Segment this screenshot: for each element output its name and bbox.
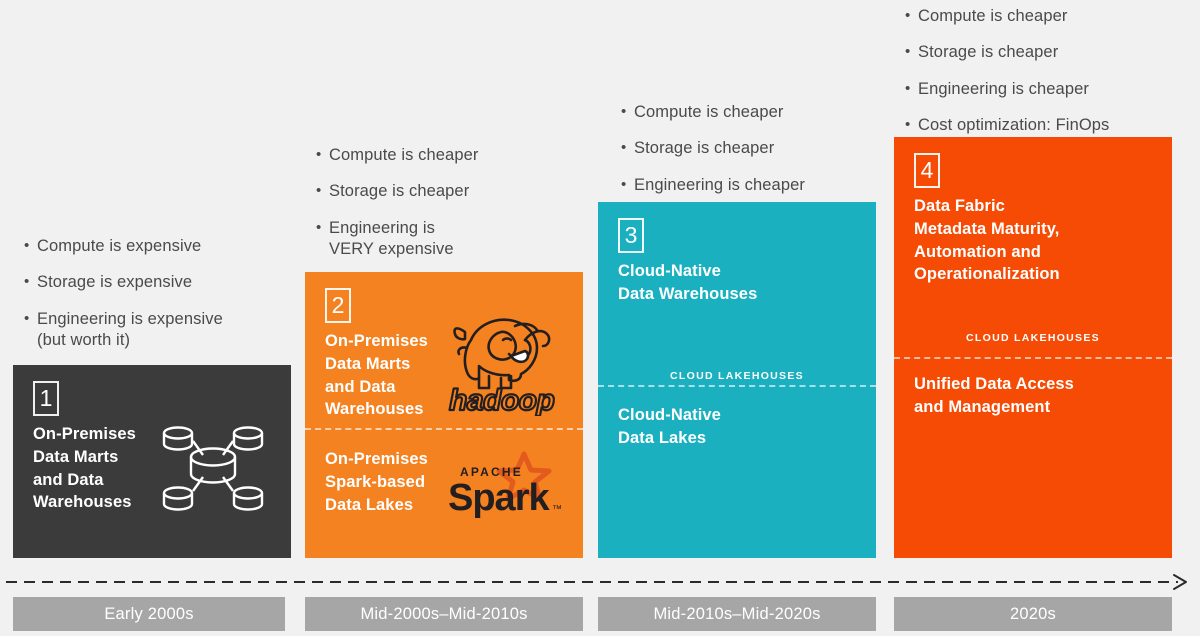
bullet-glyph: • bbox=[24, 273, 30, 291]
panel-divider bbox=[598, 385, 876, 387]
bullet-glyph: • bbox=[316, 146, 322, 163]
era-label-3[interactable]: Mid-2010s–Mid-2020s bbox=[598, 597, 876, 631]
bullet-text: Compute is expensive bbox=[37, 237, 202, 255]
bullet-glyph: • bbox=[24, 309, 30, 327]
bullet-item: • Storage is cheaper bbox=[905, 42, 1195, 63]
stage-panel-3[interactable]: 3 Cloud-Native Data Warehouses CLOUD LAK… bbox=[598, 202, 876, 558]
bullet-item: • Compute is cheaper bbox=[621, 102, 911, 123]
bullet-item: • Storage is cheaper bbox=[316, 181, 606, 202]
bullet-text: Storage is cheaper bbox=[329, 182, 470, 201]
bullet-glyph: • bbox=[905, 116, 911, 134]
bullet-item: • Storage is expensive bbox=[24, 272, 314, 293]
bullet-glyph: • bbox=[621, 103, 627, 120]
bullet-glyph: • bbox=[316, 218, 322, 236]
panel-title: On-Premises Data Marts and Data Warehous… bbox=[33, 425, 136, 512]
bullet-glyph: • bbox=[905, 43, 911, 61]
panel-title: Data Fabric Metadata Maturity, Automatio… bbox=[914, 197, 1060, 284]
bullet-list-column-2: • Compute is cheaper • Storage is cheape… bbox=[316, 145, 606, 276]
bullet-text: Storage is cheaper bbox=[634, 139, 775, 158]
bullet-item: • Engineering is cheaper bbox=[621, 175, 911, 196]
apache-spark-logo-icon: APACHE Spark ™ bbox=[440, 450, 570, 527]
bullet-text: Storage is expensive bbox=[37, 273, 193, 292]
bullet-text: Engineering is cheaper bbox=[634, 175, 805, 194]
panel-sub-title: Unified Data Access and Management bbox=[914, 375, 1074, 416]
bullet-item: • Compute is expensive bbox=[24, 236, 314, 257]
stage-panel-4[interactable]: 4 Data Fabric Metadata Maturity, Automat… bbox=[894, 137, 1172, 558]
svg-text:™: ™ bbox=[552, 504, 562, 515]
panel-divider bbox=[894, 357, 1172, 359]
hadoop-logo-icon: hadoop bbox=[445, 288, 565, 421]
era-label-1[interactable]: Early 2000s bbox=[13, 597, 285, 631]
bullet-item: • Engineering is expensive (but worth it… bbox=[24, 309, 314, 352]
dashed-arrow-right-icon bbox=[0, 572, 1200, 592]
bullet-item: • Engineering is VERY expensive bbox=[316, 218, 606, 261]
bullet-item: • Compute is cheaper bbox=[316, 145, 606, 166]
era-label-4[interactable]: 2020s bbox=[894, 597, 1172, 631]
bullet-text: Engineering is expensive (but worth it) bbox=[37, 309, 314, 352]
bullet-text: Engineering is cheaper bbox=[918, 79, 1089, 98]
database-hub-icon bbox=[158, 413, 268, 523]
bullet-item: • Engineering is cheaper bbox=[905, 79, 1195, 100]
bullet-list-column-4: • Compute is cheaper • Storage is cheape… bbox=[905, 6, 1195, 152]
bullet-text: Compute is cheaper bbox=[329, 146, 479, 164]
svg-text:Spark: Spark bbox=[448, 477, 550, 519]
svg-text:hadoop: hadoop bbox=[449, 384, 554, 416]
bullet-list-column-1: • Compute is expensive • Storage is expe… bbox=[24, 236, 314, 367]
bullet-item: • Storage is cheaper bbox=[621, 138, 911, 159]
stage-panel-1[interactable]: 1 On-Premises Data Marts and Data Wareho… bbox=[13, 365, 291, 558]
bullet-glyph: • bbox=[621, 139, 627, 157]
bullet-text-line2: (but worth it) bbox=[37, 331, 131, 350]
bullet-text-line2: VERY expensive bbox=[329, 240, 454, 259]
timeline-era-row: Early 2000s Mid-2000s–Mid-2010s Mid-2010… bbox=[0, 597, 1200, 631]
stage-number-badge: 1 bbox=[33, 381, 59, 416]
divider-label: CLOUD LAKEHOUSES bbox=[670, 370, 804, 382]
bullet-text: Engineering is VERY expensive bbox=[329, 218, 606, 261]
bullet-glyph: • bbox=[24, 237, 30, 254]
bullet-glyph: • bbox=[905, 7, 911, 24]
bullet-text: Compute is cheaper bbox=[634, 103, 784, 121]
stage-number-badge: 3 bbox=[618, 218, 644, 253]
era-label-2[interactable]: Mid-2000s–Mid-2010s bbox=[305, 597, 583, 631]
divider-label: CLOUD LAKEHOUSES bbox=[966, 332, 1100, 344]
stage-panel-2[interactable]: 2 On-Premises Data Marts and Data Wareho… bbox=[305, 272, 583, 558]
stage-number-badge: 2 bbox=[325, 288, 351, 323]
infographic-stage: • Compute is expensive • Storage is expe… bbox=[0, 0, 1200, 636]
panel-sub-title: Cloud-Native Data Lakes bbox=[618, 406, 721, 447]
bullet-text-line1: Engineering is expensive bbox=[37, 309, 223, 328]
panel-title: Cloud-Native Data Warehouses bbox=[618, 262, 758, 303]
bullet-item: • Compute is cheaper bbox=[905, 6, 1195, 27]
panel-title: On-Premises Data Marts and Data Warehous… bbox=[325, 332, 428, 419]
bullet-item: • Cost optimization: FinOps bbox=[905, 115, 1195, 136]
bullet-text: Compute is cheaper bbox=[918, 7, 1068, 25]
bullet-text: Storage is cheaper bbox=[918, 43, 1059, 62]
bullet-glyph: • bbox=[621, 175, 627, 193]
bullet-list-column-3: • Compute is cheaper • Storage is cheape… bbox=[621, 102, 911, 211]
bullet-text: Cost optimization: FinOps bbox=[918, 116, 1110, 135]
stage-number-badge: 4 bbox=[914, 153, 940, 188]
bullet-text-line1: Engineering is bbox=[329, 218, 435, 237]
panel-sub-title: On-Premises Spark-based Data Lakes bbox=[325, 450, 428, 514]
bullet-glyph: • bbox=[905, 79, 911, 97]
panel-divider bbox=[305, 428, 583, 430]
bullet-glyph: • bbox=[316, 182, 322, 200]
